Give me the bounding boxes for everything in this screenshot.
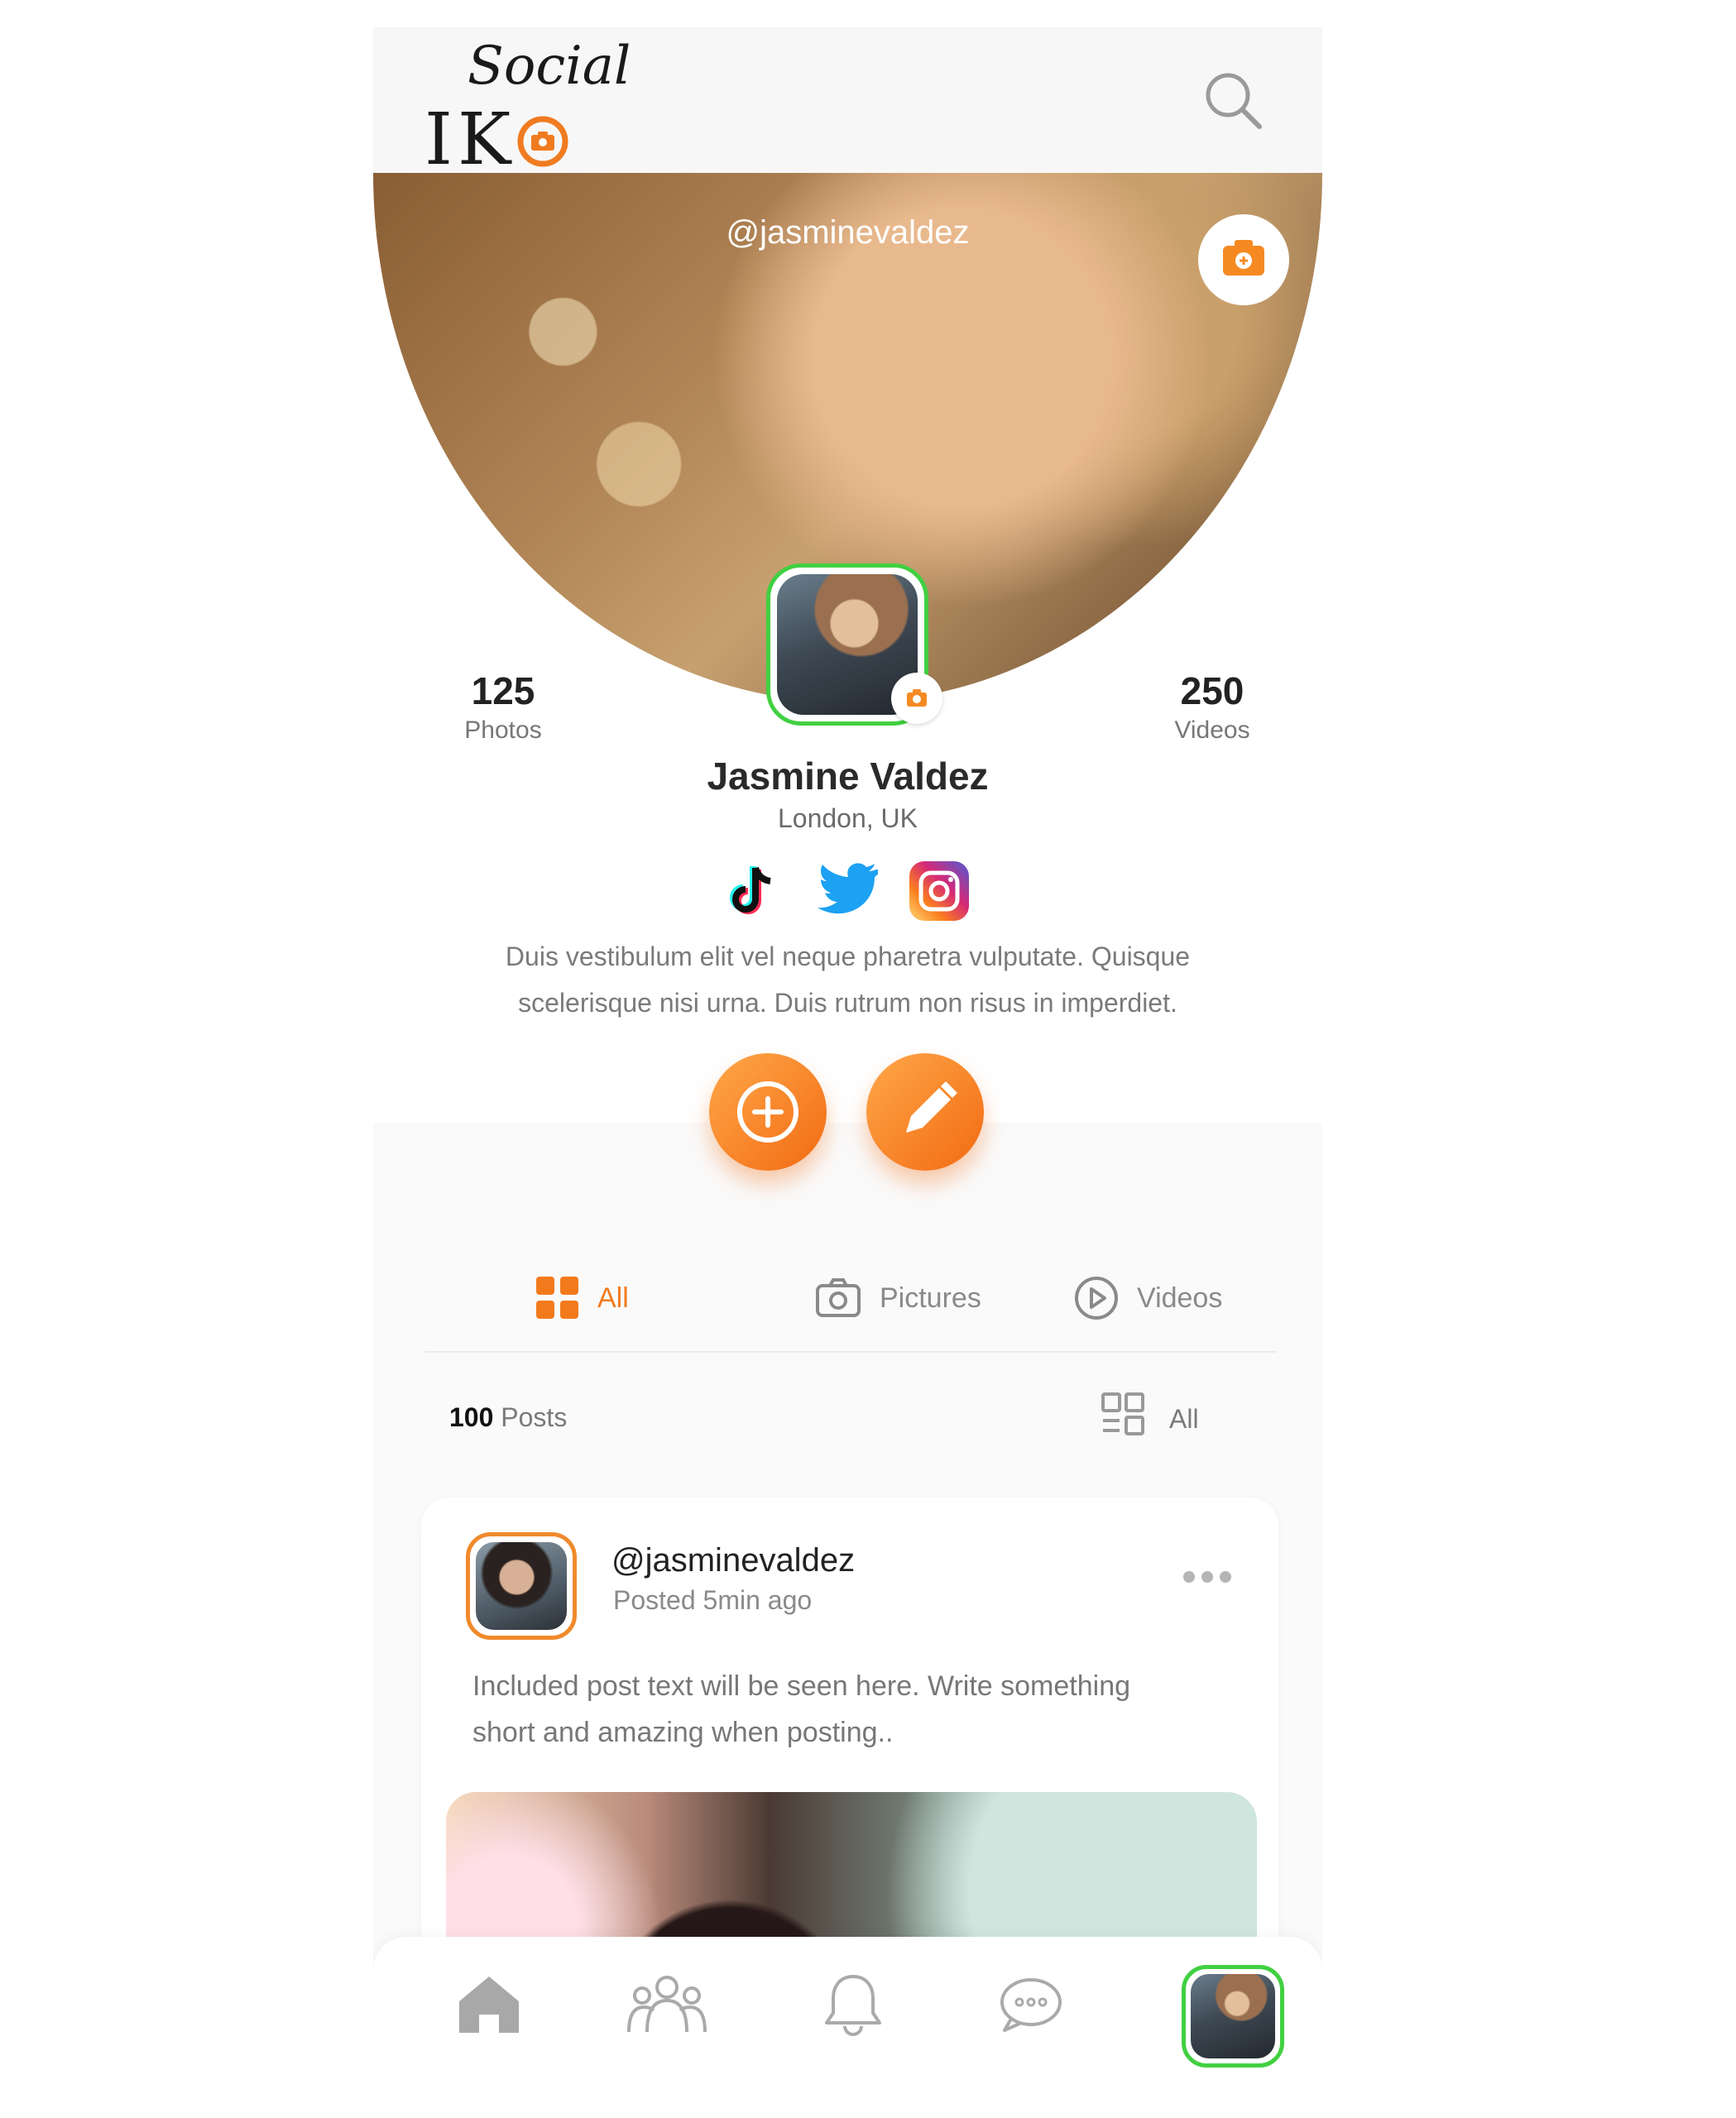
social-links — [724, 855, 972, 929]
camera-icon — [1223, 240, 1264, 276]
edit-profile-button[interactable] — [866, 1053, 984, 1171]
nav-notifications[interactable] — [812, 1963, 894, 2046]
twitter-icon[interactable] — [815, 863, 878, 918]
nav-profile-avatar[interactable] — [1182, 1965, 1284, 2068]
nav-home[interactable] — [448, 1963, 530, 2046]
logo-camera-icon — [516, 98, 570, 181]
chat-icon — [1000, 1978, 1062, 2032]
search-icon[interactable] — [1203, 70, 1264, 132]
more-options-icon[interactable] — [1182, 1569, 1232, 1585]
app-screen: Social IKN @jasminevaldez 125 Photos 250… — [373, 27, 1322, 2093]
layout-filter[interactable]: All — [1101, 1392, 1199, 1437]
photos-stat[interactable]: 125 Photos — [420, 668, 586, 745]
layout-grid-icon — [1101, 1392, 1144, 1435]
logo-social-text: Social — [468, 36, 631, 97]
post-author-handle[interactable]: @jasminevaldez — [611, 1542, 855, 1579]
photos-label: Photos — [464, 716, 542, 744]
nav-messages[interactable] — [990, 1963, 1072, 2046]
top-bar: Social IKN — [373, 27, 1322, 264]
bottom-nav — [373, 1937, 1322, 2093]
tab-videos-label: Videos — [1137, 1282, 1223, 1314]
camera-icon — [816, 1278, 861, 1317]
grid-icon — [536, 1277, 578, 1319]
posts-number: 100 — [449, 1402, 494, 1432]
profile-name: Jasmine Valdez — [707, 755, 989, 798]
tab-pictures-label: Pictures — [880, 1282, 981, 1314]
tiktok-icon[interactable] — [724, 861, 784, 921]
post-author-avatar[interactable] — [466, 1532, 577, 1640]
cover-handle: @jasminevaldez — [726, 214, 970, 251]
post-timestamp: Posted 5min ago — [613, 1585, 813, 1615]
posts-count: 100 Posts — [449, 1402, 567, 1433]
camera-icon — [907, 689, 927, 707]
videos-count: 250 — [1180, 669, 1244, 712]
videos-label: Videos — [1174, 716, 1250, 744]
play-icon — [1075, 1277, 1118, 1320]
videos-stat[interactable]: 250 Videos — [1129, 668, 1295, 745]
tab-all-label: All — [597, 1282, 629, 1314]
photos-count: 125 — [471, 669, 535, 712]
layout-filter-label: All — [1169, 1403, 1199, 1434]
tab-all[interactable]: All — [536, 1273, 629, 1323]
post-text: Included post text will be seen here. Wr… — [472, 1670, 1131, 1748]
plus-icon — [737, 1081, 798, 1143]
change-avatar-button[interactable] — [891, 673, 942, 724]
profile-location: London, UK — [777, 803, 918, 833]
profile-bio: Duis vestibulum elit vel neque pharetra … — [505, 942, 1191, 1018]
instagram-icon[interactable] — [908, 860, 971, 922]
bell-icon — [825, 1975, 881, 2036]
nav-friends[interactable] — [626, 1963, 708, 2046]
tab-videos[interactable]: Videos — [1074, 1273, 1222, 1323]
logo: Social IKN — [424, 36, 631, 264]
posts-label: Posts — [501, 1402, 568, 1432]
pencil-icon — [906, 1081, 957, 1133]
home-icon — [459, 1977, 519, 2033]
add-post-button[interactable] — [709, 1053, 827, 1171]
tab-pictures[interactable]: Pictures — [815, 1273, 981, 1323]
friends-icon — [627, 1976, 707, 2033]
content-tabs: All Pictures Videos — [424, 1243, 1277, 1353]
posts-toolbar: 100 Posts All — [449, 1392, 1260, 1450]
change-cover-button[interactable] — [1198, 214, 1289, 305]
